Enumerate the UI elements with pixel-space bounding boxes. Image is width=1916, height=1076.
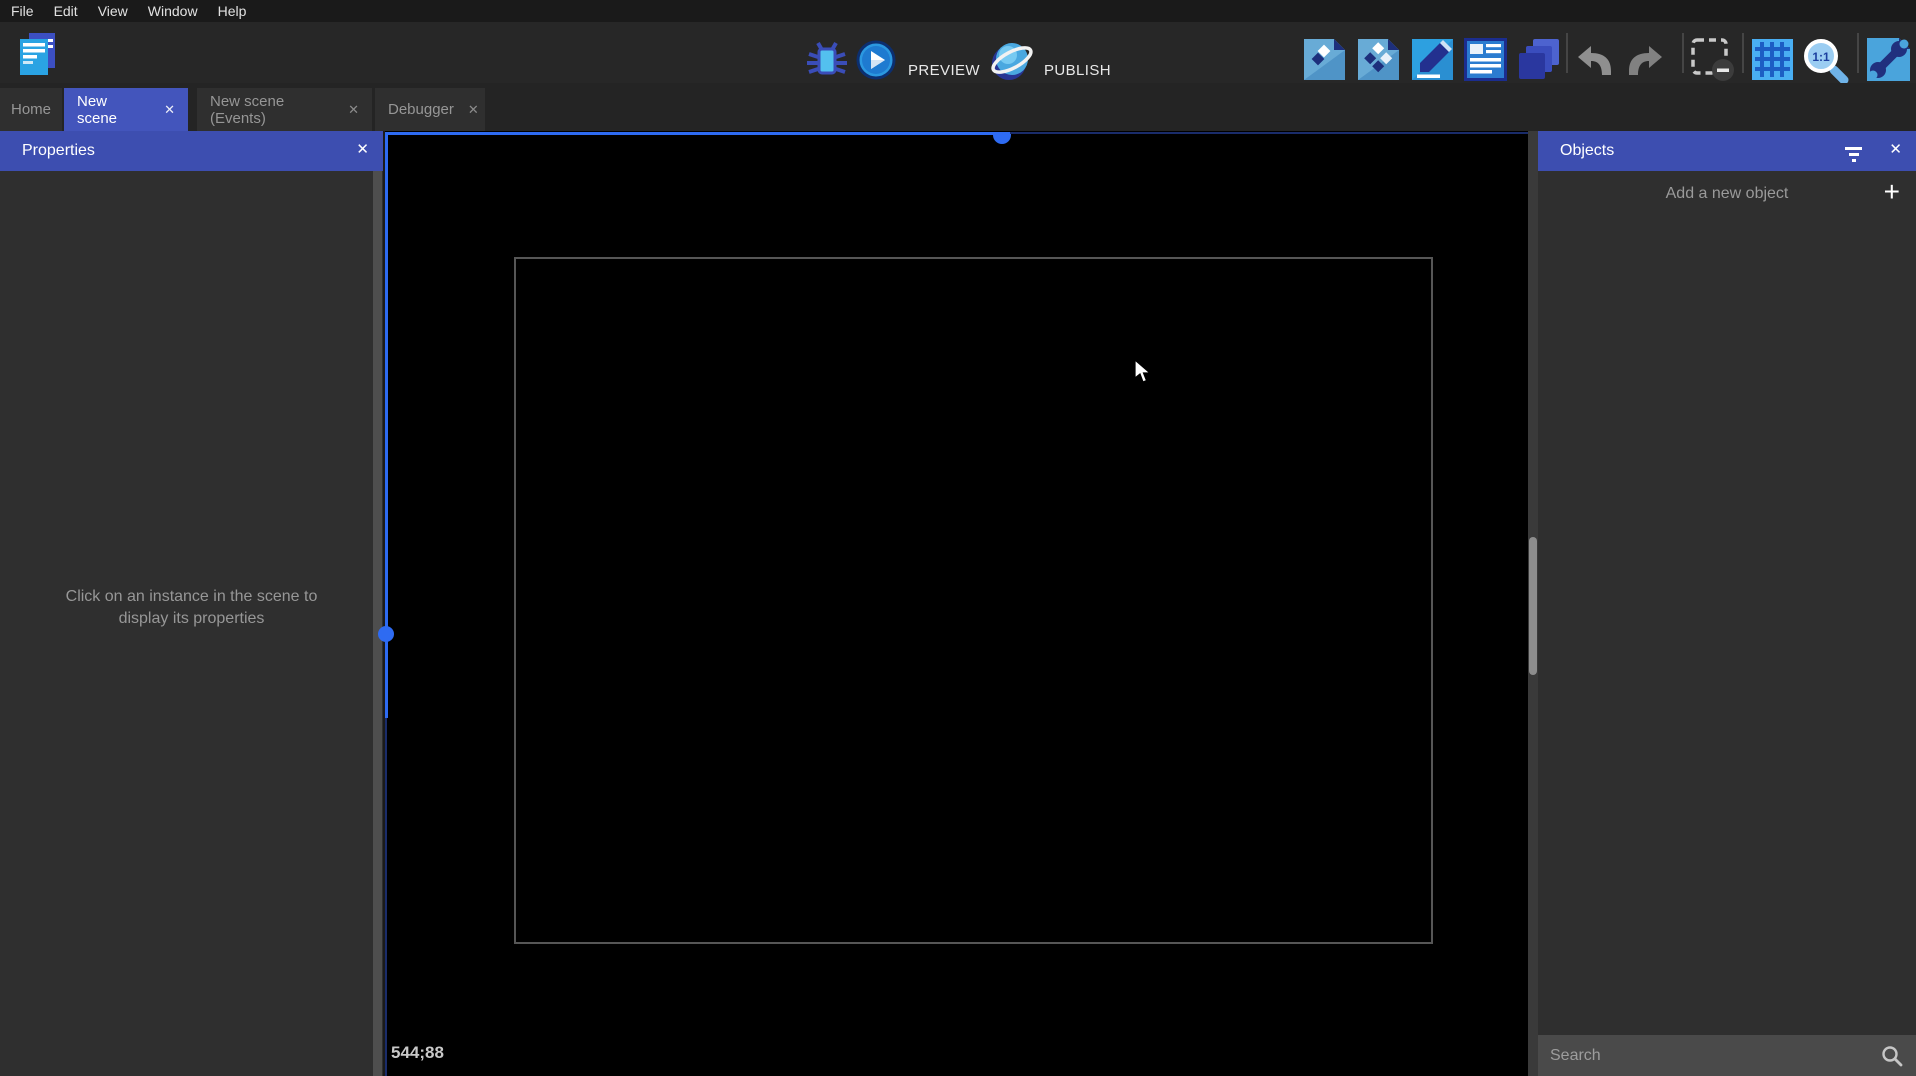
objects-panel-header: Objects ✕ — [1538, 131, 1916, 171]
redo-icon[interactable] — [1624, 44, 1664, 78]
menu-window[interactable]: Window — [138, 0, 208, 22]
tab-close-icon[interactable]: ✕ — [164, 102, 175, 118]
selection-handle-left[interactable] — [378, 626, 394, 642]
tab-label: New scene — [77, 93, 150, 127]
scene-canvas[interactable]: 544;88 — [385, 131, 1528, 1076]
objects-search-bar — [1538, 1035, 1916, 1076]
menu-edit[interactable]: Edit — [44, 0, 88, 22]
selection-top-edge-far — [1010, 132, 1528, 134]
grid-icon[interactable] — [1752, 39, 1793, 80]
layers-icon[interactable] — [1516, 37, 1561, 82]
preview-button[interactable]: PREVIEW — [908, 62, 980, 79]
game-window-frame — [514, 257, 1433, 944]
objects-panel: Objects ✕ Add a new object + — [1538, 131, 1916, 1076]
panel-divider-scrollbar[interactable] — [373, 171, 382, 1076]
edit-object-icon[interactable] — [1303, 38, 1346, 81]
publish-button[interactable]: PUBLISH — [1044, 62, 1111, 79]
tab-debugger[interactable]: Debugger ✕ — [375, 88, 485, 131]
tab-new-scene[interactable]: New scene ✕ — [64, 88, 188, 131]
cursor-coordinates-label: 544;88 — [391, 1043, 444, 1063]
selection-handle-top[interactable] — [993, 134, 1011, 144]
filter-icon[interactable] — [1845, 144, 1862, 162]
tab-home[interactable]: Home — [0, 88, 62, 131]
add-new-object-label: Add a new object — [1538, 185, 1916, 203]
undo-icon[interactable] — [1576, 44, 1616, 78]
selection-top-edge — [385, 132, 1010, 135]
tab-label: New scene (Events) — [210, 93, 334, 127]
close-icon[interactable]: ✕ — [1889, 140, 1902, 158]
search-icon — [1880, 1044, 1904, 1068]
toolbar-separator — [1742, 33, 1744, 73]
menu-help[interactable]: Help — [208, 0, 257, 22]
preview-play-icon[interactable] — [856, 40, 896, 80]
zoom-1-1-icon[interactable]: 1:1 — [1800, 36, 1850, 84]
tab-label: Home — [11, 101, 51, 118]
properties-panel: Properties ✕ Click on an instance in the… — [0, 131, 383, 1076]
properties-panel-header: Properties ✕ — [0, 131, 383, 171]
tab-new-scene-events[interactable]: New scene (Events) ✕ — [197, 88, 372, 131]
toolbar-separator — [1857, 33, 1859, 73]
zoom-ratio-label: 1:1 — [1812, 50, 1830, 64]
settings-wrench-icon[interactable] — [1866, 37, 1911, 82]
edit-scene-properties-icon[interactable] — [1411, 38, 1454, 81]
debug-bug-icon[interactable] — [805, 38, 849, 82]
close-icon[interactable]: ✕ — [356, 140, 369, 158]
menu-file[interactable]: File — [1, 0, 44, 22]
add-new-object-row[interactable]: Add a new object + — [1538, 171, 1916, 217]
tab-bar: Home New scene ✕ New scene (Events) ✕ De… — [0, 83, 1916, 131]
plus-icon[interactable]: + — [1884, 176, 1900, 208]
properties-panel-title: Properties — [0, 142, 95, 160]
main-toolbar: PREVIEW PUBLISH — [0, 22, 1916, 83]
publish-globe-icon[interactable] — [988, 36, 1036, 84]
mouse-cursor-icon — [1133, 359, 1155, 385]
toolbar-separator — [1566, 33, 1568, 73]
tab-label: Debugger — [388, 101, 454, 118]
tab-close-icon[interactable]: ✕ — [468, 102, 479, 118]
canvas-scrollbar-thumb[interactable] — [1529, 537, 1537, 675]
menu-view[interactable]: View — [88, 0, 138, 22]
menu-bar: File Edit View Window Help — [0, 0, 1916, 22]
toolbar-separator — [1682, 33, 1684, 73]
objects-panel-title: Objects — [1538, 142, 1614, 160]
instances-list-icon[interactable] — [1464, 38, 1507, 81]
tab-close-icon[interactable]: ✕ — [348, 102, 359, 118]
properties-empty-message: Click on an instance in the scene to dis… — [0, 586, 383, 630]
deselect-all-icon[interactable] — [1690, 37, 1737, 84]
search-input[interactable] — [1538, 1047, 1880, 1065]
edit-object-groups-icon[interactable] — [1357, 38, 1400, 81]
selection-left-edge-far — [385, 718, 387, 1076]
project-manager-logo-icon[interactable] — [19, 32, 57, 76]
